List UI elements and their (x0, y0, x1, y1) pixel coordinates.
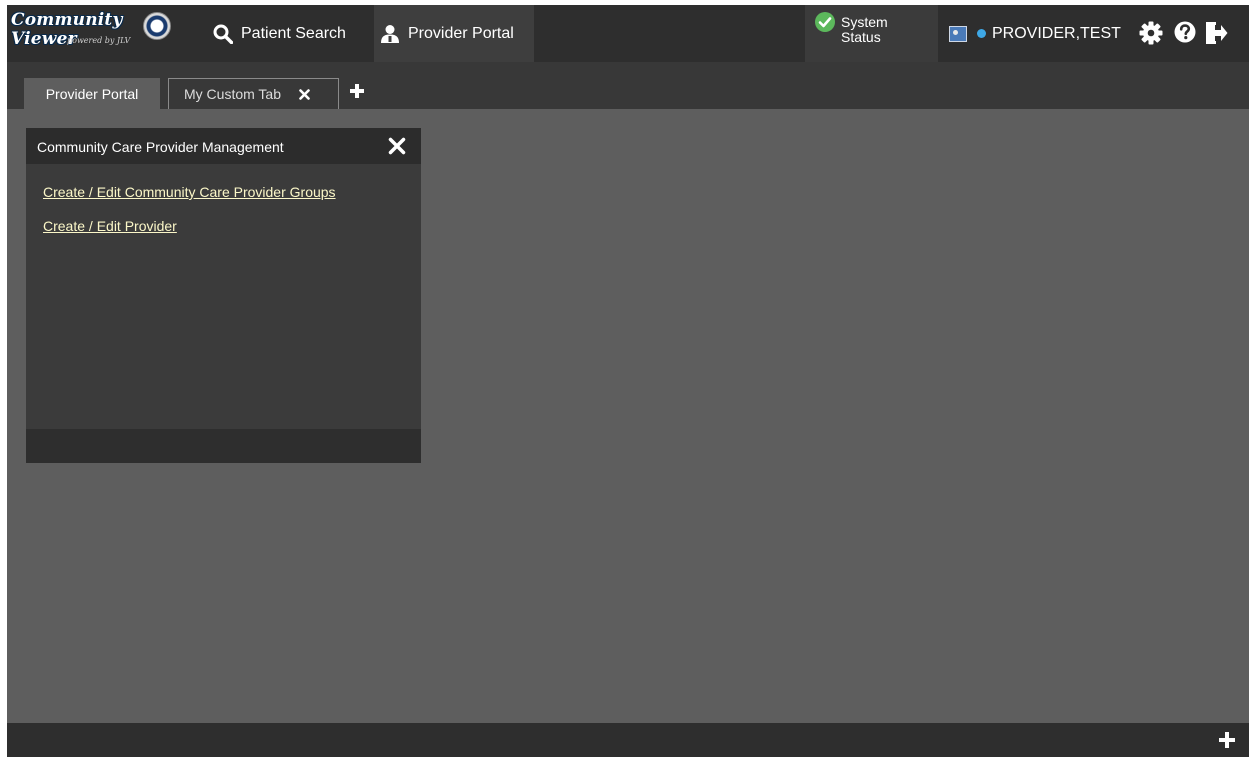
close-tab-icon[interactable] (299, 88, 310, 100)
link-edit-provider[interactable]: Create / Edit Provider (43, 218, 177, 234)
bottom-bar (7, 723, 1249, 757)
check-circle-icon (815, 12, 835, 32)
provider-management-widget: Community Care Provider Management Creat… (26, 128, 421, 463)
nav-provider-portal[interactable]: Provider Portal (374, 5, 534, 62)
nav-patient-search-label: Patient Search (241, 24, 346, 42)
nav-provider-portal-label: Provider Portal (408, 24, 514, 42)
widget-title: Community Care Provider Management (37, 139, 284, 155)
id-card-icon[interactable] (949, 25, 967, 42)
add-tab-icon[interactable] (350, 84, 364, 98)
app-window: Community Viewer powered by JLV Patient … (7, 5, 1249, 757)
tab-bar: Provider Portal My Custom Tab (7, 62, 1249, 109)
user-info: PROVIDER,TEST (949, 5, 1121, 62)
tab-provider-portal-label: Provider Portal (45, 85, 139, 102)
community-viewer-logo[interactable]: Community Viewer powered by JLV (11, 8, 181, 58)
provider-icon (381, 24, 399, 43)
system-status-button[interactable]: System Status (805, 5, 938, 62)
system-status-line2: Status (841, 29, 881, 45)
logo-powered-by: powered by JLV (67, 36, 131, 45)
widget-header: Community Care Provider Management (26, 128, 421, 164)
tab-my-custom-tab[interactable]: My Custom Tab (168, 78, 339, 109)
system-status-label: System Status (841, 15, 888, 45)
top-navigation-bar: Community Viewer powered by JLV Patient … (7, 5, 1249, 62)
va-seal-icon (143, 12, 171, 40)
logout-icon[interactable] (1204, 21, 1228, 45)
add-widget-icon[interactable] (1219, 732, 1235, 748)
widget-footer (26, 429, 421, 463)
search-icon (213, 24, 233, 44)
close-widget-icon[interactable] (388, 137, 406, 155)
user-name: PROVIDER,TEST (992, 24, 1121, 42)
system-status-line1: System (841, 14, 888, 30)
link-provider-groups[interactable]: Create / Edit Community Care Provider Gr… (43, 184, 336, 200)
nav-patient-search[interactable]: Patient Search (213, 5, 373, 62)
online-status-icon (977, 29, 986, 38)
tab-my-custom-tab-label: My Custom Tab (184, 86, 281, 102)
help-icon[interactable] (1174, 21, 1196, 43)
tab-provider-portal[interactable]: Provider Portal (24, 78, 160, 109)
gear-icon[interactable] (1139, 21, 1163, 45)
logo-line1: Community (11, 10, 123, 30)
